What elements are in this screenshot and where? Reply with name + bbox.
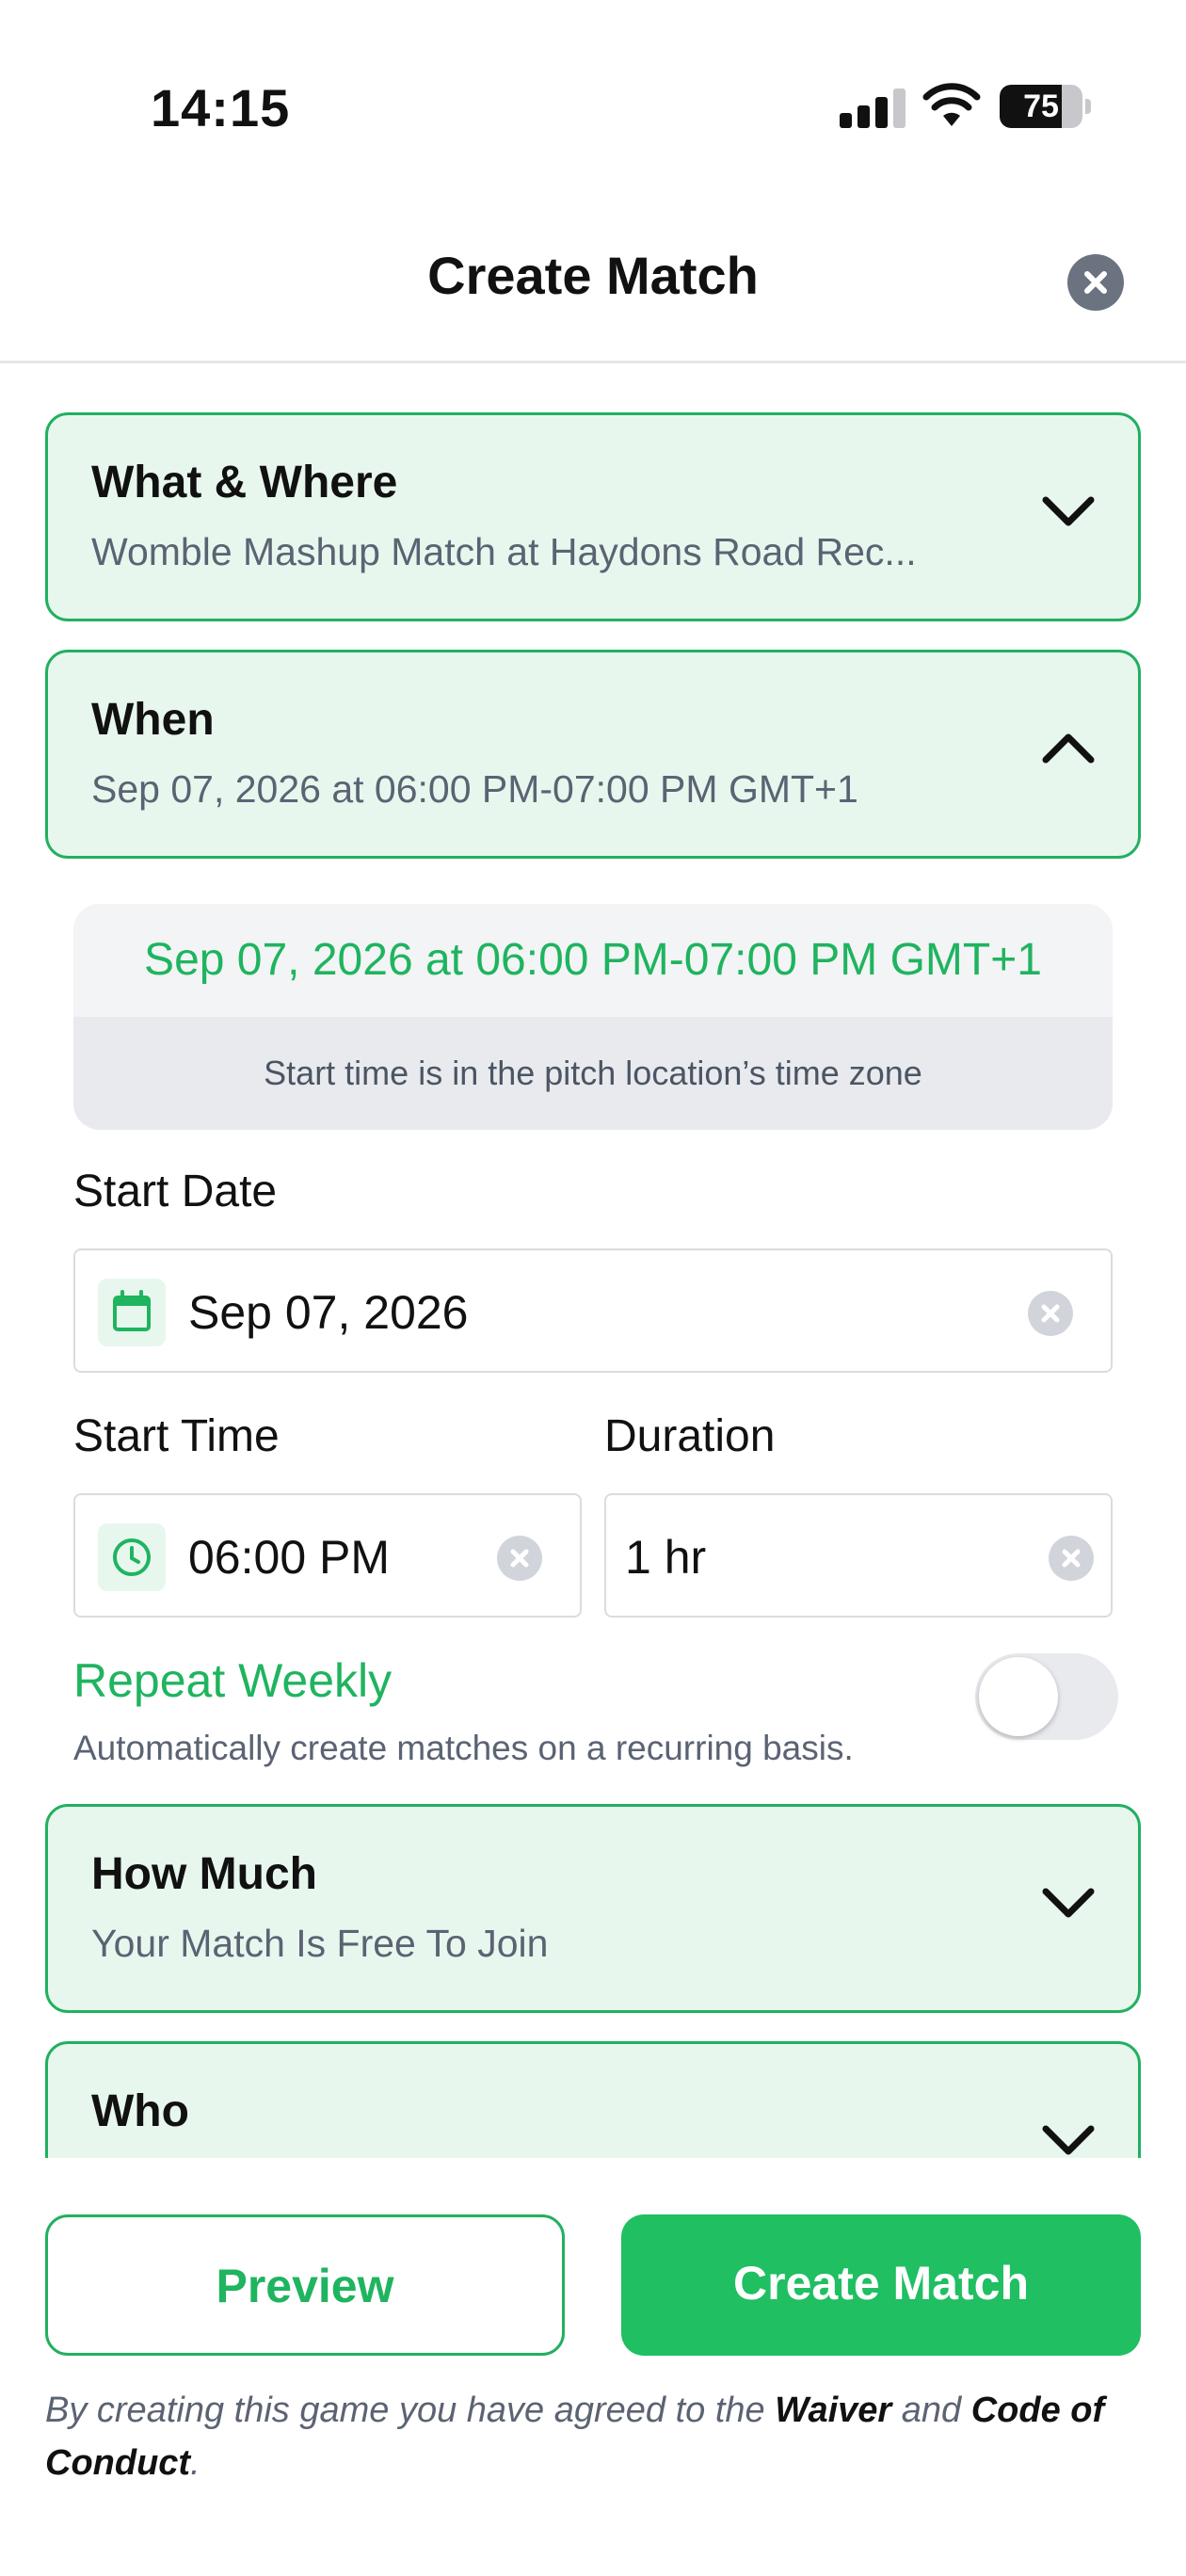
- repeat-weekly-toggle[interactable]: [975, 1653, 1118, 1740]
- status-bar: 14:15 75: [0, 0, 1186, 188]
- chevron-down-icon: [1042, 496, 1095, 526]
- legal-prefix: By creating this game you have agreed to…: [45, 2391, 765, 2430]
- chevron-down-icon: [1042, 1888, 1095, 1918]
- section-subtitle: Sep 07, 2026 at 06:00 PM-07:00 PM GMT+1: [91, 767, 858, 811]
- clear-duration-icon[interactable]: [1049, 1536, 1094, 1581]
- clear-start-date-icon[interactable]: [1028, 1291, 1073, 1336]
- section-when[interactable]: When Sep 07, 2026 at 06:00 PM-07:00 PM G…: [45, 650, 1141, 859]
- clear-start-time-icon[interactable]: [497, 1536, 542, 1581]
- status-time: 14:15: [151, 78, 291, 137]
- close-icon: [1084, 271, 1107, 294]
- section-title: Who: [91, 2086, 189, 2136]
- legal-and: and: [901, 2391, 962, 2430]
- start-date-field[interactable]: Sep 07, 2026: [73, 1248, 1113, 1373]
- start-time-field[interactable]: 06:00 PM: [73, 1493, 582, 1618]
- section-subtitle: Womble Mashup Match at Haydons Road Rec.…: [91, 530, 917, 573]
- scroll-clip: Who: [0, 2034, 1186, 2158]
- bottom-action-bar: Preview Create Match By creating this ga…: [0, 2158, 1186, 2576]
- chevron-down-icon: [1042, 2125, 1095, 2155]
- start-time-value: 06:00 PM: [188, 1531, 391, 1584]
- duration-field[interactable]: 1 hr: [604, 1493, 1113, 1618]
- calendar-icon: [98, 1279, 166, 1346]
- chevron-up-icon: [1042, 733, 1095, 764]
- battery-level: 75: [1023, 89, 1059, 124]
- section-title: What & Where: [91, 458, 398, 507]
- section-subtitle: Your Match Is Free To Join: [91, 1922, 549, 1965]
- preview-button[interactable]: Preview: [45, 2214, 565, 2356]
- legal-text: By creating this game you have agreed to…: [45, 2384, 1141, 2489]
- start-time-label: Start Time: [73, 1411, 280, 1461]
- duration-value: 1 hr: [625, 1531, 707, 1584]
- section-title: How Much: [91, 1849, 317, 1899]
- start-date-value: Sep 07, 2026: [188, 1286, 469, 1339]
- section-what-where[interactable]: What & Where Womble Mashup Match at Hayd…: [45, 412, 1141, 621]
- clock-icon: [98, 1523, 166, 1591]
- section-how-much[interactable]: How Much Your Match Is Free To Join: [45, 1804, 1141, 2013]
- wifi-icon: [922, 83, 981, 126]
- toggle-knob: [979, 1657, 1058, 1736]
- section-title: When: [91, 695, 215, 745]
- when-summary: Sep 07, 2026 at 06:00 PM-07:00 PM GMT+1 …: [73, 904, 1113, 1130]
- timezone-note: Start time is in the pitch location’s ti…: [264, 1054, 922, 1092]
- battery-icon: 75: [1000, 85, 1091, 128]
- repeat-weekly-label: Repeat Weekly: [73, 1654, 393, 1707]
- header: Create Match: [0, 217, 1186, 363]
- start-date-label: Start Date: [73, 1167, 278, 1216]
- section-who[interactable]: Who: [45, 2041, 1141, 2158]
- duration-label: Duration: [604, 1411, 776, 1461]
- page-title: Create Match: [427, 246, 759, 305]
- create-match-screen: 14:15 75 Create Match What & Where Wombl…: [0, 0, 1186, 2576]
- close-button[interactable]: [1067, 254, 1124, 311]
- create-match-button[interactable]: Create Match: [621, 2214, 1141, 2356]
- legal-period: .: [190, 2443, 200, 2483]
- when-summary-text: Sep 07, 2026 at 06:00 PM-07:00 PM GMT+1: [73, 904, 1113, 1017]
- cellular-signal-icon: [840, 87, 906, 128]
- repeat-weekly-description: Automatically create matches on a recurr…: [73, 1729, 854, 1767]
- waiver-link[interactable]: Waiver: [775, 2391, 891, 2430]
